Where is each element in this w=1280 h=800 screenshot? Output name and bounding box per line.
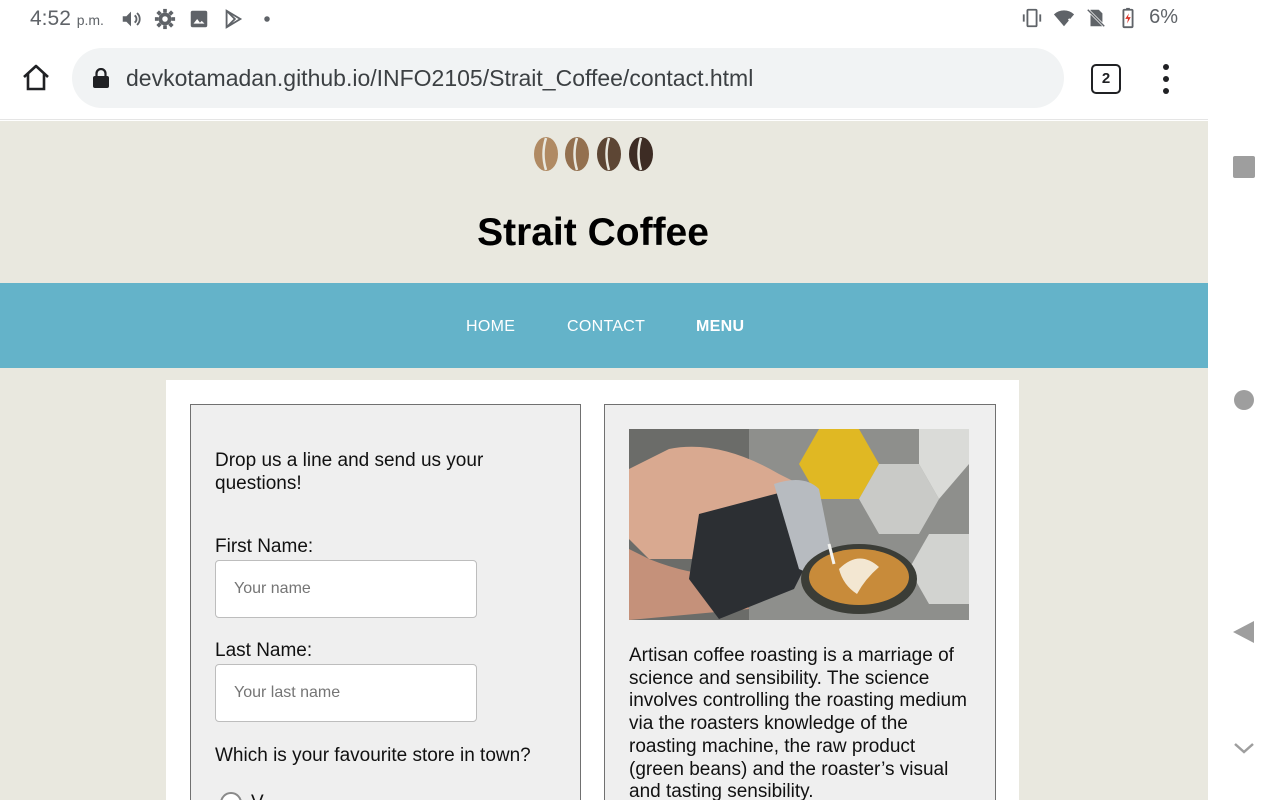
content-area: Drop us a line and send us your question… <box>166 380 1019 800</box>
about-text: Artisan coffee roasting is a marriage of… <box>629 645 967 800</box>
store-question-label: Which is your favourite store in town? <box>215 745 531 766</box>
settings-icon <box>154 8 176 30</box>
chevron-down-icon[interactable] <box>1232 738 1256 758</box>
dot-icon <box>264 16 270 22</box>
form-intro: Drop us a line and send us your question… <box>215 450 484 494</box>
play-store-icon <box>225 9 243 29</box>
nav-menu-link[interactable]: MENU <box>696 318 744 336</box>
no-sim-icon <box>1086 8 1106 27</box>
clock-time: 4:52 <box>30 7 71 30</box>
recents-icon[interactable] <box>1232 155 1256 179</box>
clock: 4:52 p.m. <box>30 7 104 31</box>
url-text: devkotamadan.github.io/INFO2105/Strait_C… <box>126 65 754 91</box>
coffee-beans-logo <box>534 137 653 171</box>
wifi-icon <box>1054 9 1075 26</box>
latte-art-photo <box>629 429 969 620</box>
home-circle-icon[interactable] <box>1232 388 1256 412</box>
back-icon[interactable] <box>1232 620 1256 644</box>
site-title: Strait Coffee <box>477 211 709 254</box>
system-icons: 6% <box>1021 6 1178 29</box>
web-page: Strait Coffee HOME CONTACT MENU Drop us … <box>0 121 1208 800</box>
system-navigation-bar <box>1208 0 1280 800</box>
volume-icon <box>122 11 141 27</box>
last-name-label: Last Name: <box>215 640 313 661</box>
battery-charging-icon <box>1122 7 1134 28</box>
status-bar: 4:52 p.m. 6% <box>0 0 1208 38</box>
address-bar[interactable]: devkotamadan.github.io/INFO2105/Strait_C… <box>72 48 1064 108</box>
lock-icon <box>93 68 109 88</box>
battery-level: 6% <box>1149 6 1178 28</box>
nav-contact-link[interactable]: CONTACT <box>567 318 645 336</box>
screen: 4:52 p.m. 6% devkotamadan.github.io/INFO… <box>0 0 1280 800</box>
home-icon[interactable] <box>20 62 52 94</box>
first-name-label: First Name: <box>215 536 314 557</box>
store-radio-label: V <box>251 792 264 800</box>
last-name-input[interactable] <box>215 664 477 722</box>
site-nav: HOME CONTACT MENU <box>0 283 1208 368</box>
browser-toolbar: devkotamadan.github.io/INFO2105/Strait_C… <box>0 38 1208 120</box>
tab-switcher-button[interactable]: 2 <box>1091 64 1121 94</box>
contact-form-panel: Drop us a line and send us your question… <box>190 404 581 800</box>
store-radio-option[interactable] <box>220 792 242 800</box>
about-panel: Artisan coffee roasting is a marriage of… <box>604 404 996 800</box>
more-options-icon[interactable] <box>1156 62 1176 96</box>
nav-home-link[interactable]: HOME <box>466 318 515 336</box>
first-name-input[interactable] <box>215 560 477 618</box>
vibrate-icon <box>1022 8 1042 27</box>
clock-suffix: p.m. <box>76 12 104 28</box>
notification-icons <box>120 8 278 30</box>
image-icon <box>190 10 208 28</box>
